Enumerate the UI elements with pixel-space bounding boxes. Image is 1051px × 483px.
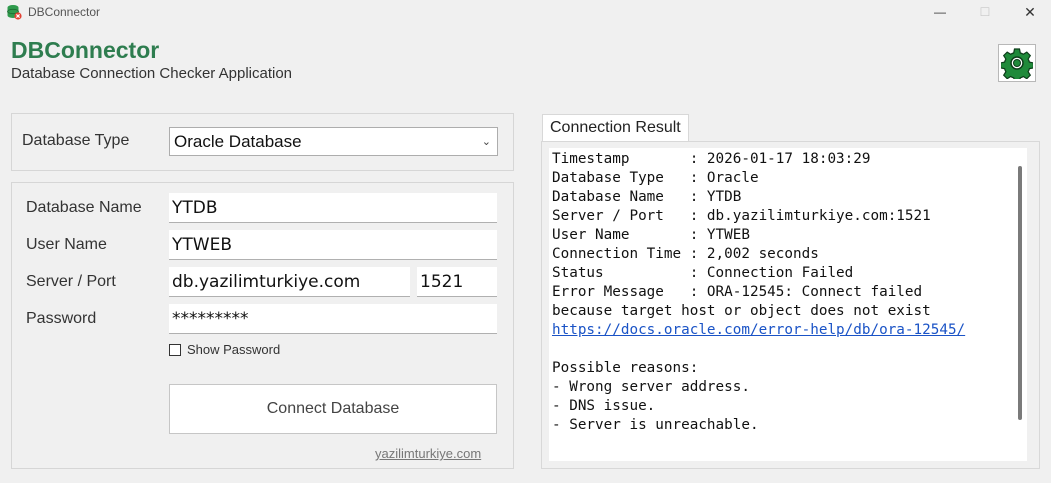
- server-port-label: Server / Port: [26, 273, 116, 290]
- database-type-value: Oracle Database: [174, 132, 302, 151]
- show-password-checkbox-row[interactable]: Show Password: [169, 342, 280, 357]
- password-input[interactable]: *********: [169, 304, 497, 334]
- database-type-select[interactable]: Oracle Database ⌄: [169, 127, 498, 156]
- result-text: Timestamp : 2026-01-17 18:03:29 Database…: [552, 150, 965, 435]
- user-name-label: User Name: [26, 236, 107, 253]
- app-subtitle: Database Connection Checker Application: [11, 65, 293, 82]
- server-input[interactable]: db.yazilimturkiye.com: [169, 267, 410, 297]
- gear-icon: [1001, 48, 1033, 79]
- maximize-button[interactable]: ☐: [962, 0, 1008, 24]
- database-type-label: Database Type: [22, 132, 130, 149]
- user-name-input[interactable]: YTWEB: [169, 230, 497, 260]
- result-details: Timestamp : 2026-01-17 18:03:29 Database…: [552, 151, 931, 319]
- minimize-button[interactable]: —: [917, 0, 963, 24]
- result-scrollbar[interactable]: [1018, 166, 1022, 420]
- error-help-link[interactable]: https://docs.oracle.com/error-help/db/or…: [552, 322, 965, 338]
- password-label: Password: [26, 310, 97, 327]
- database-icon: [7, 5, 22, 20]
- connection-result-textbox[interactable]: Timestamp : 2026-01-17 18:03:29 Database…: [549, 148, 1027, 461]
- website-link[interactable]: yazilimturkiye.com: [375, 446, 481, 461]
- port-input[interactable]: 1521: [417, 267, 497, 297]
- app-title: DBConnector: [11, 37, 160, 63]
- chevron-down-icon: ⌄: [481, 136, 491, 148]
- settings-button[interactable]: [998, 44, 1036, 82]
- database-name-label: Database Name: [26, 199, 142, 216]
- title-bar: DBConnector — ☐ ✕: [0, 0, 1051, 24]
- show-password-checkbox[interactable]: [169, 343, 181, 356]
- close-button[interactable]: ✕: [1007, 0, 1051, 24]
- database-name-input[interactable]: YTDB: [169, 193, 497, 223]
- connect-database-button[interactable]: Connect Database: [169, 384, 497, 434]
- window-title: DBConnector: [28, 5, 101, 19]
- result-reasons: Possible reasons: - Wrong server address…: [552, 360, 759, 433]
- tab-connection-result[interactable]: Connection Result: [542, 114, 689, 142]
- show-password-label[interactable]: Show Password: [187, 342, 280, 357]
